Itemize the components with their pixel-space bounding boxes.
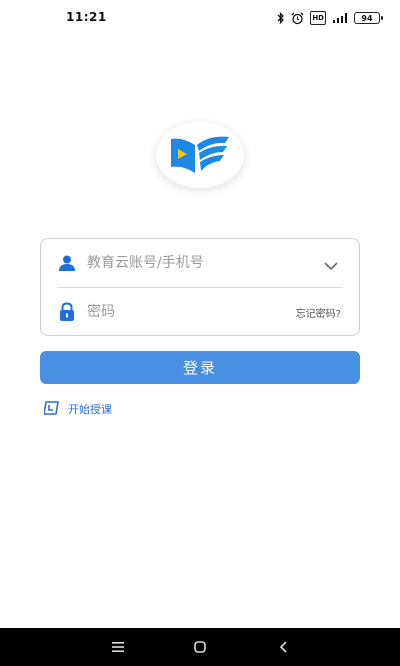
status-icons: HD 94: [277, 10, 383, 26]
account-input[interactable]: [87, 251, 307, 275]
start-teaching-link[interactable]: 开始授课: [43, 400, 112, 419]
teach-icon: [43, 400, 60, 419]
start-teaching-label: 开始授课: [68, 403, 112, 416]
hd-icon: HD: [310, 11, 326, 25]
user-icon: [57, 253, 77, 273]
login-form: 忘记密码?: [40, 238, 360, 336]
status-time: 11:21: [66, 10, 107, 24]
bluetooth-icon: [277, 11, 285, 25]
password-input[interactable]: [87, 300, 267, 324]
book-play-logo-icon: [171, 136, 229, 173]
menu-icon[interactable]: [110, 639, 126, 655]
signal-icon: [332, 11, 348, 25]
app-logo: [156, 122, 244, 188]
forgot-password-link[interactable]: 忘记密码?: [296, 305, 341, 320]
battery-icon: 94: [354, 12, 383, 24]
home-icon[interactable]: [192, 639, 208, 655]
alarm-icon: [291, 11, 304, 25]
status-bar: 11:21 HD 94: [0, 0, 400, 36]
password-row: 忘记密码?: [41, 288, 359, 336]
lock-icon: [57, 302, 77, 322]
navigation-bar: [0, 628, 400, 666]
chevron-down-icon[interactable]: [323, 256, 339, 271]
account-row: [41, 239, 359, 287]
back-icon[interactable]: [276, 639, 292, 655]
login-button[interactable]: 登录: [40, 351, 360, 384]
